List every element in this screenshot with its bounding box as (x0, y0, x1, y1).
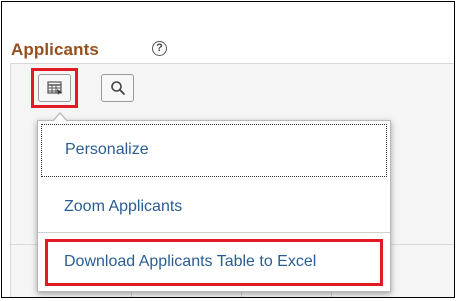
grid-actions-menu: Personalize Zoom Applicants Download App… (37, 112, 391, 292)
menu-item-personalize[interactable]: Personalize (41, 124, 387, 177)
menu-item-download-excel[interactable]: Download Applicants Table to Excel (38, 237, 390, 289)
menu-item-zoom-applicants[interactable]: Zoom Applicants (38, 181, 390, 233)
section-title: Applicants (11, 40, 99, 59)
search-button[interactable] (101, 74, 134, 102)
personalize-grid-button[interactable] (38, 74, 71, 102)
applicants-panel: Applicants ? s Personalize Zoom Applican… (1, 1, 455, 298)
personalize-grid-icon (46, 81, 62, 95)
search-icon (110, 81, 125, 95)
help-icon[interactable]: ? (152, 41, 167, 56)
